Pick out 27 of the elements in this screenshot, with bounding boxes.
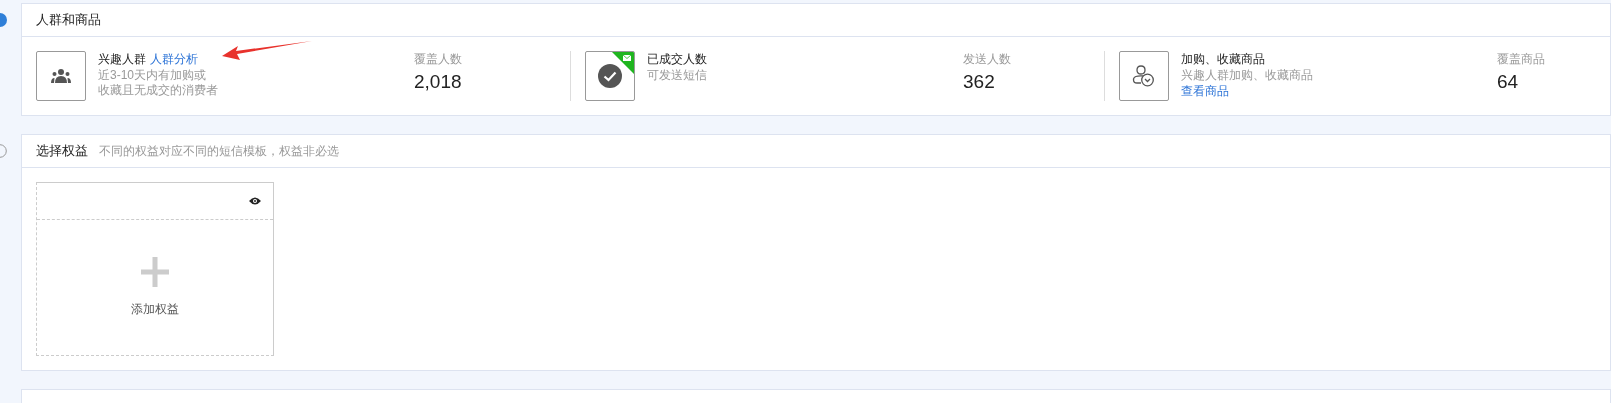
plus-icon (141, 257, 169, 287)
group-title: 已成交人数 (647, 52, 707, 66)
step-marker-icon (0, 13, 7, 27)
step-marker-icon (0, 144, 7, 158)
stat-label: 覆盖商品 (1497, 51, 1545, 68)
stat-label: 发送人数 (963, 51, 1011, 68)
section-title: 选择权益 (36, 142, 88, 160)
section-hint: 不同的权益对应不同的短信模板，权益非必选 (99, 142, 339, 160)
view-products-link[interactable]: 查看商品 (1181, 83, 1497, 99)
add-benefit-card[interactable]: 添加权益 (36, 182, 274, 356)
group-title: 兴趣人群 (98, 52, 146, 66)
check-circle-icon (598, 64, 622, 88)
eye-icon[interactable] (249, 197, 261, 205)
section-title: 人群和商品 (36, 11, 101, 29)
stat-value: 64 (1497, 71, 1520, 93)
people-icon (51, 69, 71, 83)
group-description: 近3-10天内有加购或 (98, 68, 208, 83)
mail-badge-icon (612, 52, 634, 74)
stat-value: 362 (963, 71, 996, 93)
group-description: 可发送短信 (647, 68, 708, 83)
group-description: 收藏且无成交的消费者 (98, 83, 219, 98)
stat-value: 2,018 (414, 71, 462, 93)
group-title: 加购、收藏商品 (1181, 52, 1265, 66)
person-check-icon (1132, 65, 1156, 87)
group-description: 兴趣人群加购、收藏商品 (1181, 68, 1314, 83)
stat-label: 覆盖人数 (414, 51, 462, 68)
analysis-link[interactable]: 人群分析 (150, 52, 198, 66)
